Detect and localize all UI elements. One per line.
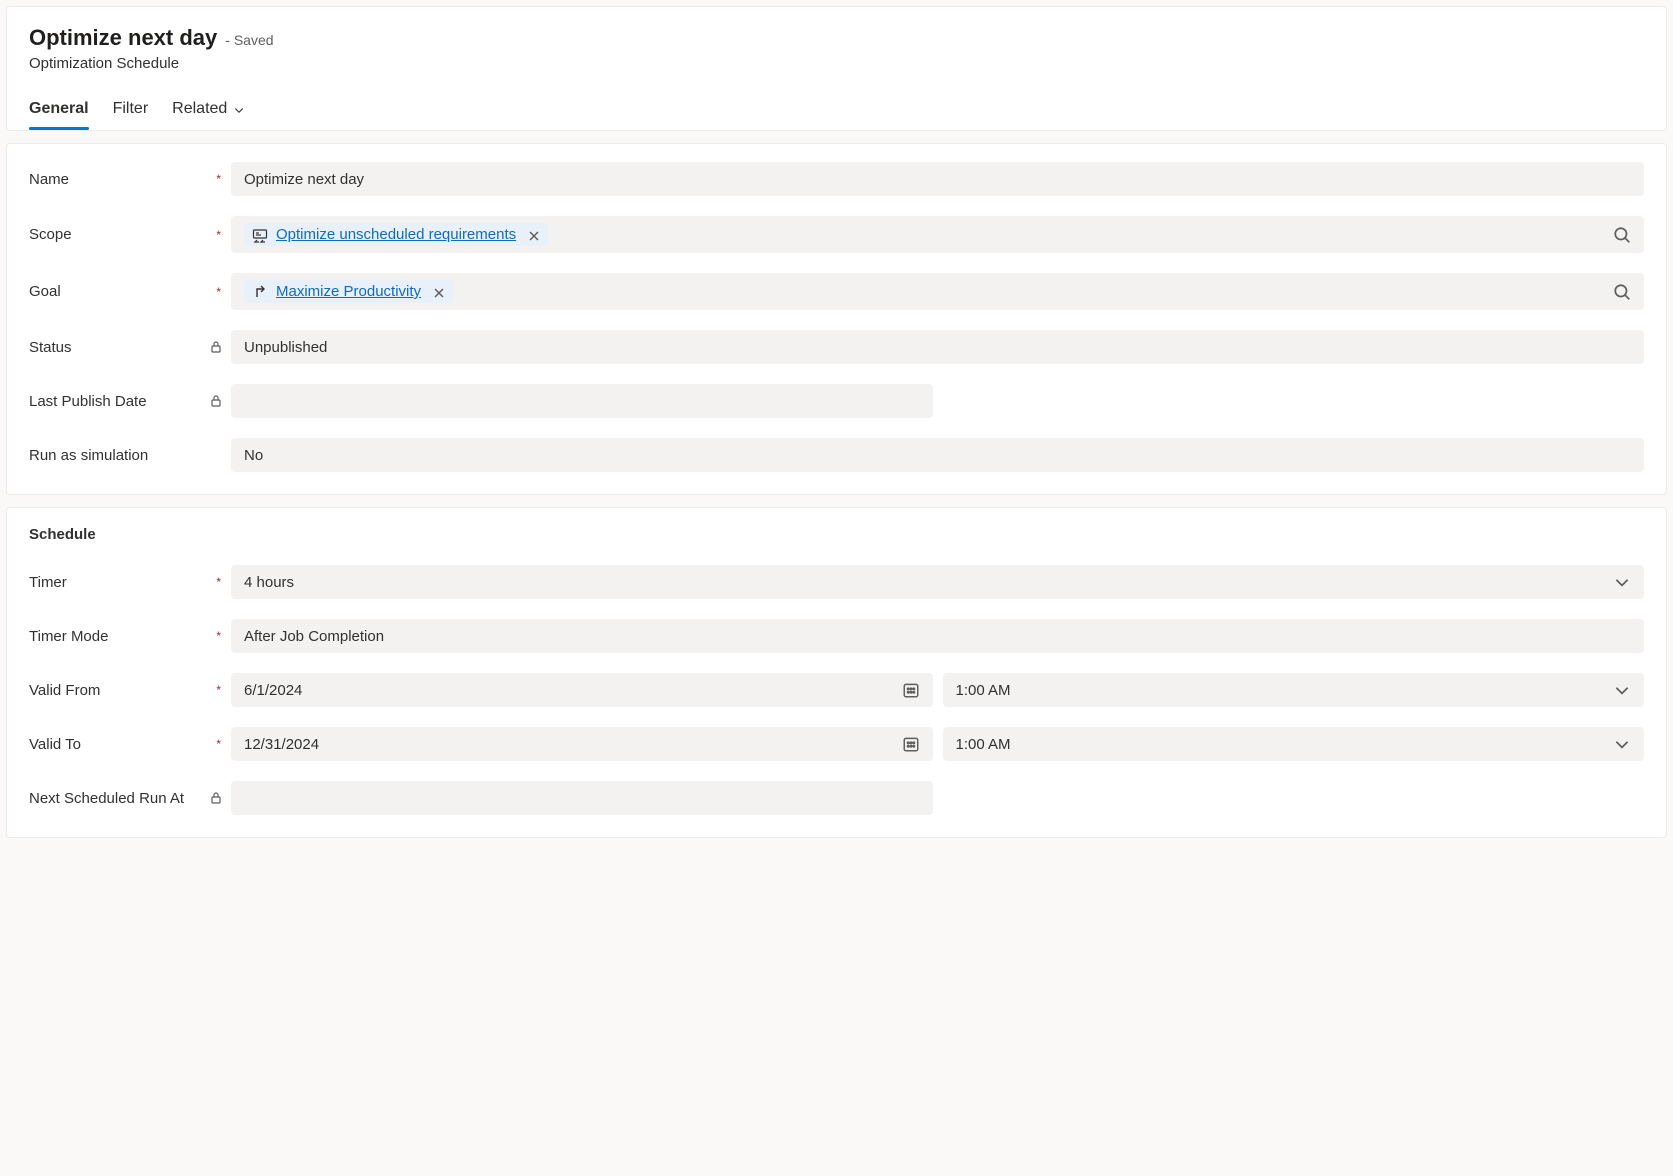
timer-value: 4 hours [244,574,1605,591]
scope-clear-button[interactable] [528,229,540,241]
page-title: Optimize next day [29,25,217,51]
row-run-as-simulation: Run as simulation No [29,438,1644,472]
chevron-down-icon [233,103,245,115]
timer-mode-value: After Job Completion [244,628,1631,645]
chevron-down-icon [1613,681,1631,699]
row-valid-to: Valid To * 12/31/2024 1:00 AM [29,727,1644,761]
row-next-scheduled-run-at: Next Scheduled Run At [29,781,1644,815]
goal-entity-icon [252,284,268,300]
scope-link[interactable]: Optimize unscheduled requirements [276,226,516,243]
tab-label: Related [172,100,227,118]
chevron-down-icon [1613,573,1631,591]
label-run-as-simulation: Run as simulation [29,447,148,464]
timer-mode-select[interactable]: After Job Completion [231,619,1644,653]
scope-lookup[interactable]: Optimize unscheduled requirements [231,216,1644,253]
tab-filter[interactable]: Filter [113,96,149,130]
row-status: Status Unpublished [29,330,1644,364]
label-valid-to: Valid To [29,736,81,753]
label-name: Name [29,171,69,188]
row-timer: Timer * 4 hours [29,565,1644,599]
valid-from-time-value: 1:00 AM [956,682,1606,699]
calendar-icon[interactable] [902,735,920,753]
valid-to-time-select[interactable]: 1:00 AM [943,727,1645,761]
status-value: Unpublished [244,339,1631,356]
search-icon[interactable] [1613,226,1631,244]
name-value: Optimize next day [244,171,1631,188]
scope-entity-icon [252,227,268,243]
valid-to-date-input[interactable]: 12/31/2024 [231,727,933,761]
timer-select[interactable]: 4 hours [231,565,1644,599]
required-indicator: * [216,228,221,242]
required-indicator: * [216,683,221,697]
goal-link[interactable]: Maximize Productivity [276,283,421,300]
run-as-simulation-value: No [244,447,1631,464]
search-icon[interactable] [1613,283,1631,301]
required-indicator: * [216,629,221,643]
required-indicator: * [216,285,221,299]
valid-from-time-select[interactable]: 1:00 AM [943,673,1645,707]
row-last-publish-date: Last Publish Date [29,384,1644,418]
status-field: Unpublished [231,330,1644,364]
label-next-scheduled-run-at: Next Scheduled Run At [29,790,184,807]
label-valid-from: Valid From [29,682,100,699]
label-scope: Scope [29,226,72,243]
run-as-simulation-field[interactable]: No [231,438,1644,472]
valid-to-time-value: 1:00 AM [956,736,1606,753]
valid-from-date-value: 6/1/2024 [244,682,894,699]
valid-to-date-value: 12/31/2024 [244,736,894,753]
goal-lookup[interactable]: Maximize Productivity [231,273,1644,310]
row-name: Name * Optimize next day [29,162,1644,196]
valid-from-date-input[interactable]: 6/1/2024 [231,673,933,707]
tab-label: Filter [113,100,149,118]
next-scheduled-run-at-field [231,781,933,815]
schedule-section-title: Schedule [29,526,1644,543]
required-indicator: * [216,737,221,751]
chevron-down-icon [1613,735,1631,753]
calendar-icon[interactable] [902,681,920,699]
scope-tag: Optimize unscheduled requirements [244,223,548,246]
lock-icon [209,791,223,805]
entity-subtitle: Optimization Schedule [29,55,1644,72]
name-input[interactable]: Optimize next day [231,162,1644,196]
goal-tag: Maximize Productivity [244,280,453,303]
tab-related[interactable]: Related [172,96,245,130]
tab-bar: General Filter Related [29,96,1644,130]
row-goal: Goal * Maximize Productivity [29,273,1644,310]
general-section: Name * Optimize next day Scope * [6,143,1667,495]
saved-status: - Saved [225,32,273,48]
lock-icon [209,340,223,354]
label-last-publish-date: Last Publish Date [29,393,147,410]
label-goal: Goal [29,283,61,300]
label-status: Status [29,339,72,356]
last-publish-date-field [231,384,933,418]
required-indicator: * [216,575,221,589]
row-scope: Scope * Optimize unscheduled requirement… [29,216,1644,253]
label-timer: Timer [29,574,67,591]
goal-clear-button[interactable] [433,286,445,298]
required-indicator: * [216,172,221,186]
schedule-section: Schedule Timer * 4 hours Timer Mode * Af… [6,507,1667,838]
row-timer-mode: Timer Mode * After Job Completion [29,619,1644,653]
tab-general[interactable]: General [29,96,89,130]
label-timer-mode: Timer Mode [29,628,108,645]
row-valid-from: Valid From * 6/1/2024 1:00 AM [29,673,1644,707]
tab-label: General [29,100,89,118]
header-card: Optimize next day - Saved Optimization S… [6,6,1667,131]
lock-icon [209,394,223,408]
